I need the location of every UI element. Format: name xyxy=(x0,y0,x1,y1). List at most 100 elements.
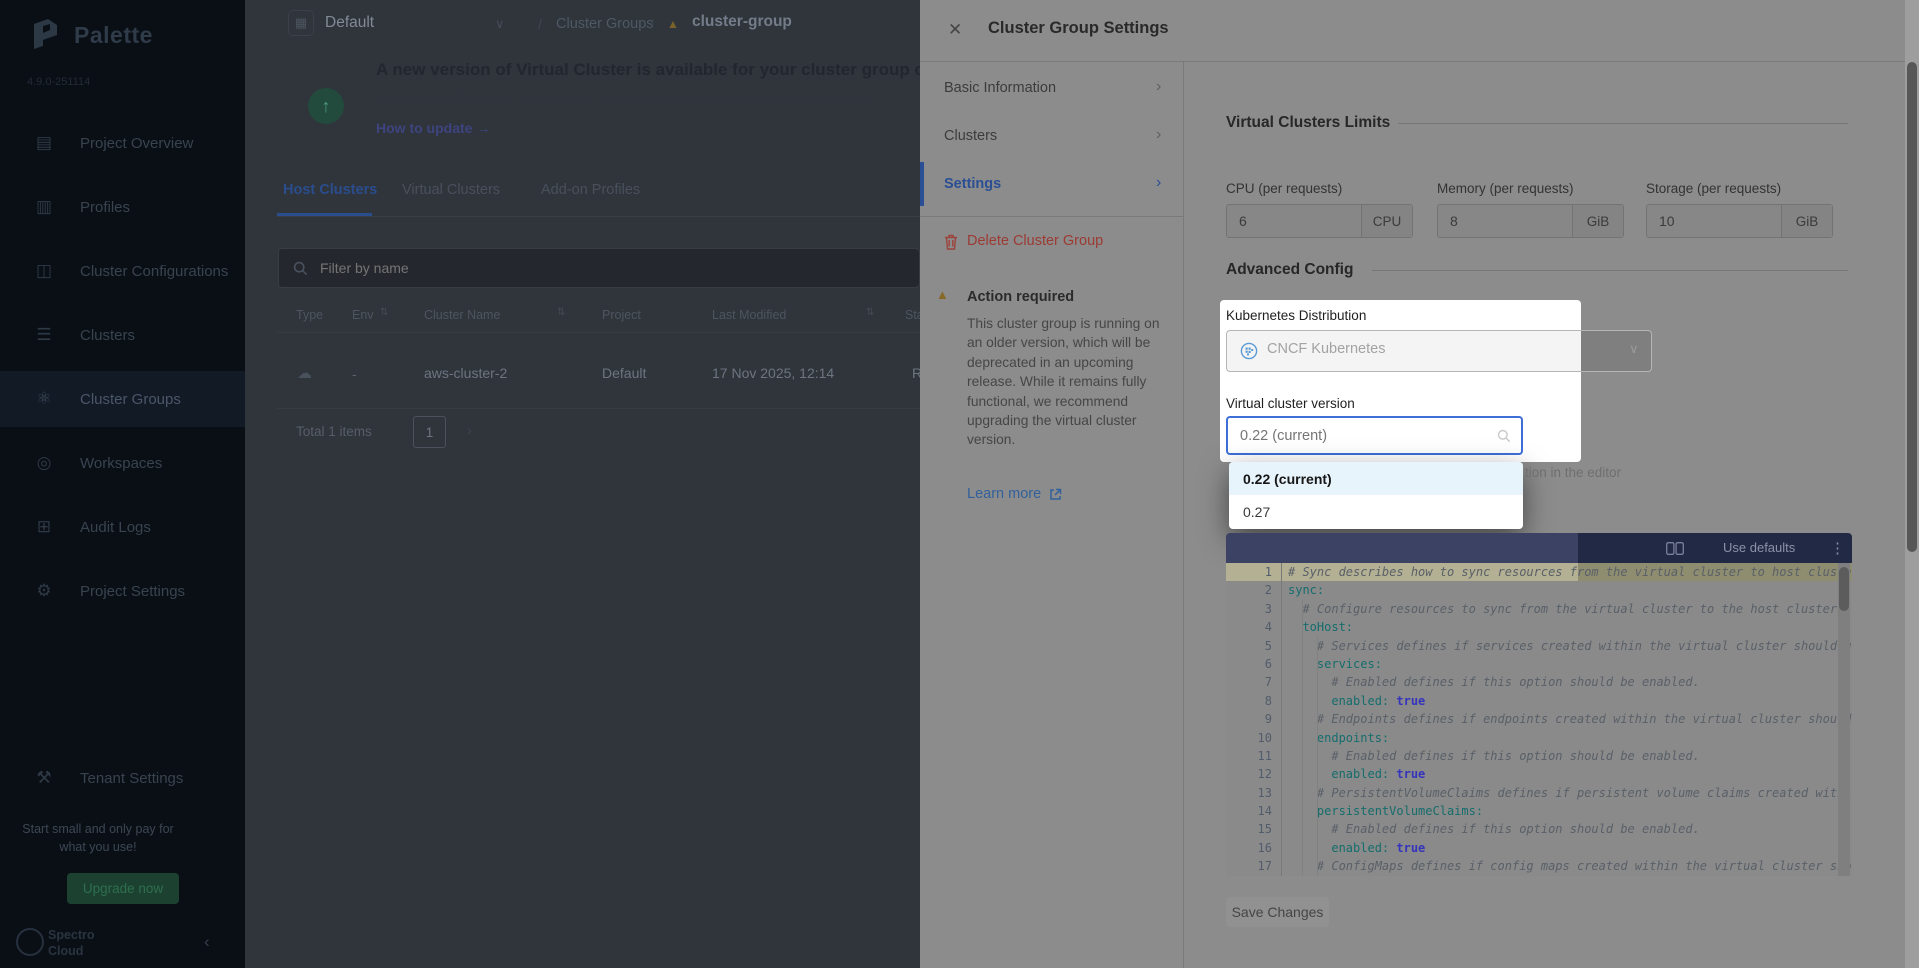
col-header-cluster-name[interactable]: Cluster Name xyxy=(424,308,500,322)
sidebar-item-project-settings[interactable]: ⚙ Project Settings xyxy=(0,563,245,619)
upgrade-promo-text: Start small and only pay for what you us… xyxy=(9,820,187,856)
split-view-icon[interactable] xyxy=(1666,542,1684,555)
k8s-distribution-value: CNCF Kubernetes xyxy=(1267,341,1385,357)
sidebar-item-tenant-settings[interactable]: ⚒ Tenant Settings xyxy=(0,750,245,806)
code-line: 6 services: xyxy=(1226,655,1852,673)
close-icon[interactable]: ✕ xyxy=(948,20,962,40)
search-input[interactable] xyxy=(318,259,919,277)
sidebar-item-audit-logs[interactable]: ⊞ Audit Logs xyxy=(0,499,245,555)
sidebar-item-cluster-groups[interactable]: ⚛ Cluster Groups xyxy=(0,371,245,427)
storage-input[interactable] xyxy=(1647,205,1781,237)
project-select[interactable]: Default xyxy=(325,14,374,32)
kebab-menu-icon[interactable]: ⋮ xyxy=(1830,539,1845,557)
breadcrumb-cluster-groups[interactable]: Cluster Groups xyxy=(556,16,654,32)
sidebar-item-clusters[interactable]: ☰ Clusters xyxy=(0,307,245,363)
list-icon: ☰ xyxy=(34,325,54,345)
col-header-project[interactable]: Project xyxy=(602,308,641,322)
trash-icon xyxy=(944,234,958,250)
advanced-config-heading: Advanced Config xyxy=(1226,261,1353,279)
code-line: 1# Sync describes how to sync resources … xyxy=(1226,563,1852,581)
editor-scrollbar-thumb[interactable] xyxy=(1839,567,1849,611)
col-header-type[interactable]: Type xyxy=(296,308,323,322)
panel-nav-settings[interactable]: Settings xyxy=(944,176,1001,192)
code-line: 14 persistentVolumeClaims: xyxy=(1226,802,1852,820)
cloud-icon: ☁ xyxy=(297,364,312,382)
panel-nav xyxy=(920,61,1184,968)
cluster-group-settings-panel: ✕ Cluster Group Settings Basic Informati… xyxy=(920,0,1919,968)
search-icon xyxy=(1497,429,1511,443)
target-icon: ◎ xyxy=(34,453,54,473)
editor-note-fragment: tion in the editor xyxy=(1525,465,1621,480)
chart-icon: ▤ xyxy=(34,133,54,153)
table-row-divider xyxy=(277,408,920,409)
panel-nav-clusters[interactable]: Clusters xyxy=(944,128,997,144)
table-row[interactable]: ☁ - aws-cluster-2 Default 17 Nov 2025, 1… xyxy=(245,340,920,408)
save-changes-button[interactable]: Save Changes xyxy=(1226,897,1329,927)
tab-host-clusters[interactable]: Host Clusters xyxy=(283,182,377,198)
code-line: 7 # Enabled defines if this option shoul… xyxy=(1226,673,1852,691)
limits-heading: Virtual Clusters Limits xyxy=(1226,114,1390,132)
code-area[interactable]: 1# Sync describes how to sync resources … xyxy=(1226,563,1852,876)
grid-icon: ▦ xyxy=(288,10,314,36)
code-line: 15 # Enabled defines if this option shou… xyxy=(1226,820,1852,838)
upgrade-now-button[interactable]: Upgrade now xyxy=(67,873,179,904)
version-select[interactable] xyxy=(1226,416,1523,455)
app-logo-text: Palette xyxy=(74,22,153,49)
chevron-down-icon[interactable]: ∨ xyxy=(495,16,505,32)
search-icon xyxy=(293,261,308,276)
action-required-body: This cluster group is running on an olde… xyxy=(967,314,1162,450)
tools-icon: ⚒ xyxy=(34,768,54,788)
pagination-next-icon[interactable]: › xyxy=(467,422,472,438)
action-required-title: Action required xyxy=(967,289,1074,305)
sidebar-collapse-icon[interactable]: ‹ xyxy=(204,932,210,952)
panel-nav-basic-information[interactable]: Basic Information xyxy=(944,80,1056,96)
tab-virtual-clusters[interactable]: Virtual Clusters xyxy=(402,182,500,198)
sidebar-item-cluster-configurations[interactable]: ◫ Cluster Configurations xyxy=(0,243,245,299)
memory-label: Memory (per requests) xyxy=(1437,181,1574,196)
learn-more-link[interactable]: Learn more xyxy=(967,486,1062,502)
cell-last-modified: 17 Nov 2025, 12:14 xyxy=(712,365,834,381)
use-defaults-button[interactable]: Use defaults xyxy=(1723,540,1795,555)
warning-triangle-icon: ▲ xyxy=(667,17,679,31)
pagination-page-1[interactable]: 1 xyxy=(413,416,446,448)
search-box xyxy=(278,248,920,288)
dropdown-option-current[interactable]: 0.22 (current) xyxy=(1229,462,1523,495)
sidebar-item-profiles[interactable]: ▥ Profiles xyxy=(0,179,245,235)
cpu-input[interactable] xyxy=(1227,205,1361,237)
dropdown-option-027[interactable]: 0.27 xyxy=(1229,495,1523,529)
page-scrollbar-thumb[interactable] xyxy=(1907,62,1917,552)
code-line: 4 toHost: xyxy=(1226,618,1852,636)
col-header-env[interactable]: Env xyxy=(352,308,374,322)
active-nav-indicator xyxy=(920,162,924,206)
delete-cluster-group-button[interactable]: Delete Cluster Group xyxy=(967,233,1103,249)
sort-icon[interactable]: ⇅ xyxy=(866,307,874,318)
sort-icon[interactable]: ⇅ xyxy=(557,307,565,318)
k8s-distribution-label: Kubernetes Distribution xyxy=(1226,308,1366,323)
memory-unit: GiB xyxy=(1572,205,1623,237)
chevron-right-icon: › xyxy=(1156,126,1161,144)
col-header-last-modified[interactable]: Last Modified xyxy=(712,308,786,322)
col-header-status[interactable]: Sta xyxy=(905,308,920,322)
brand-name-line1: Spectro xyxy=(48,928,95,942)
k8s-distribution-select[interactable]: CNCF Kubernetes ∨ xyxy=(1226,330,1652,372)
version-search-input[interactable] xyxy=(1238,427,1497,445)
code-line: 17 # ConfigMaps defines if config maps c… xyxy=(1226,857,1852,875)
cell-project: Default xyxy=(602,365,646,381)
gear-icon: ⚙ xyxy=(34,581,54,601)
nodes-icon: ⚛ xyxy=(34,389,54,409)
cell-status: R xyxy=(912,365,920,381)
code-line: 2sync: xyxy=(1226,581,1852,599)
cell-cluster-name: aws-cluster-2 xyxy=(424,365,507,381)
sidebar-item-workspaces[interactable]: ◎ Workspaces xyxy=(0,435,245,491)
indent-guide xyxy=(1317,637,1318,876)
tab-add-on-profiles[interactable]: Add-on Profiles xyxy=(541,182,640,198)
panel-title: Cluster Group Settings xyxy=(988,19,1169,38)
how-to-update-link[interactable]: How to update → xyxy=(376,120,490,136)
main-content: ▦ Default ∨ / Cluster Groups / ▲ cluster… xyxy=(245,0,920,968)
memory-input[interactable] xyxy=(1438,205,1572,237)
chevron-right-icon: › xyxy=(1156,78,1161,96)
editor-toolbar: Use defaults ⋮ xyxy=(1226,533,1852,563)
cpu-label: CPU (per requests) xyxy=(1226,181,1342,196)
sidebar-item-project-overview[interactable]: ▤ Project Overview xyxy=(0,115,245,171)
sort-icon[interactable]: ⇅ xyxy=(380,307,388,318)
